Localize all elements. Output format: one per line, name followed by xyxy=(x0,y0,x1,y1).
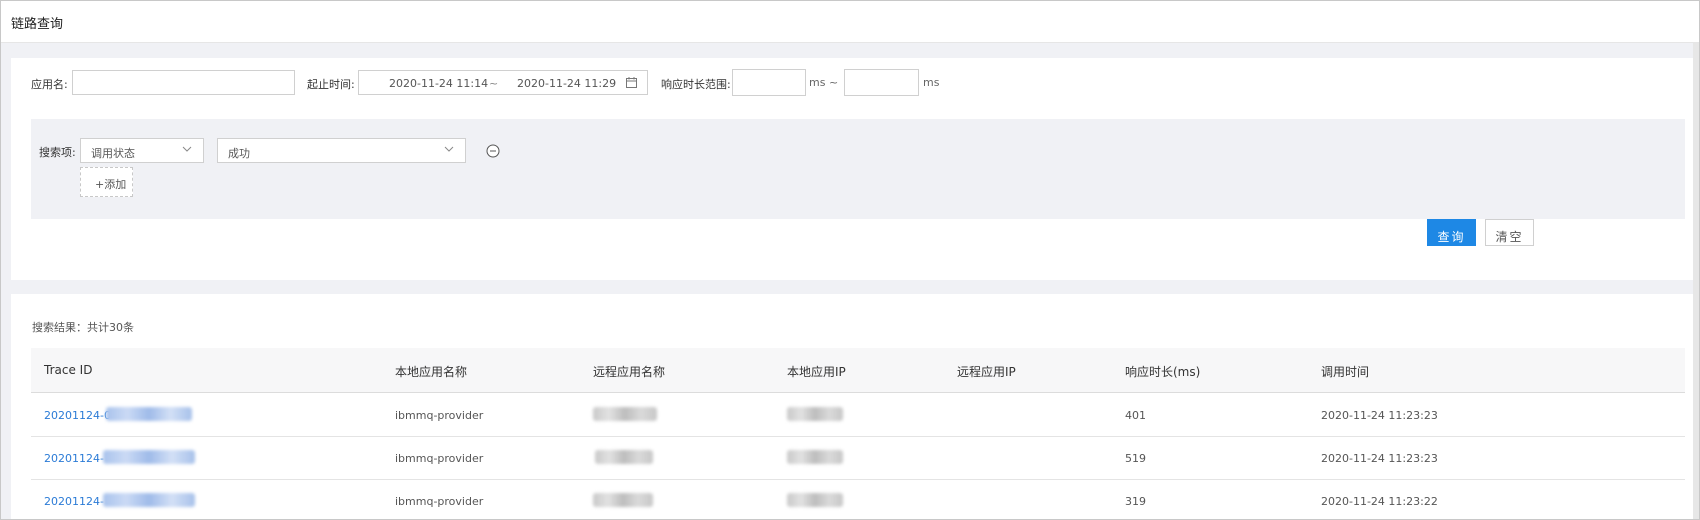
table-row[interactable]: 20201124- ibmmq-provider 519 2020-11-24 … xyxy=(31,437,1685,480)
filter-area: 搜索项: 调用状态 成功 +添加 xyxy=(31,119,1685,219)
column-header-call-time: 调用时间 xyxy=(1321,365,1370,379)
trace-id-link[interactable]: 20201124- xyxy=(44,495,104,508)
redacted-remote-app xyxy=(595,450,653,464)
table-row[interactable]: 20201124-0 ibmmq-provider 401 2020-11-24… xyxy=(31,394,1685,437)
add-filter-label: +添加 xyxy=(95,178,127,191)
call-time-cell: 2020-11-24 11:23:22 xyxy=(1321,495,1438,508)
calendar-icon[interactable] xyxy=(626,77,637,88)
clear-button[interactable]: 清空 xyxy=(1485,219,1534,246)
duration-cell: 519 xyxy=(1125,452,1146,465)
app-name-input[interactable] xyxy=(72,70,295,95)
redacted-trace-id xyxy=(103,450,195,464)
redacted-local-ip xyxy=(787,407,843,421)
local-app-cell: ibmmq-provider xyxy=(395,452,484,465)
clear-button-label: 清空 xyxy=(1495,230,1524,244)
column-header-local-app: 本地应用名称 xyxy=(395,365,468,379)
end-time-value: 2020-11-24 11:29 xyxy=(517,77,617,90)
filter-value-value: 成功 xyxy=(228,147,250,160)
local-app-cell: ibmmq-provider xyxy=(395,495,484,508)
page-frame: 链路查询 应用名: 起止时间: 2020-11-24 11:14 ~ 2020-… xyxy=(0,0,1700,520)
duration-unit-end: ms xyxy=(923,76,940,89)
column-header-local-ip: 本地应用IP xyxy=(787,365,846,379)
results-summary: 搜索结果：共计30条 xyxy=(32,321,134,334)
page-title: 链路查询 xyxy=(11,17,64,32)
duration-range-label: 响应时长范围: xyxy=(661,78,731,91)
start-time-value: 2020-11-24 11:14 xyxy=(389,77,489,90)
redacted-trace-id xyxy=(106,407,192,421)
time-range-label: 起止时间: xyxy=(307,78,355,91)
duration-min-input[interactable] xyxy=(732,69,806,96)
table-row[interactable]: 20201124- ibmmq-provider 319 2020-11-24 … xyxy=(31,480,1685,519)
search-panel: 应用名: 起止时间: 2020-11-24 11:14 ~ 2020-11-24… xyxy=(11,58,1695,280)
chevron-down-icon xyxy=(182,146,192,152)
app-name-label: 应用名: xyxy=(31,78,68,91)
add-filter-button[interactable]: +添加 xyxy=(80,167,133,197)
call-time-cell: 2020-11-24 11:23:23 xyxy=(1321,452,1438,465)
filter-value-select[interactable]: 成功 xyxy=(217,138,466,163)
duration-max-input[interactable] xyxy=(844,69,919,96)
redacted-remote-app xyxy=(593,407,657,421)
filter-field-value: 调用状态 xyxy=(91,147,135,160)
column-header-duration: 响应时长(ms) xyxy=(1125,365,1201,379)
call-time-cell: 2020-11-24 11:23:23 xyxy=(1321,409,1438,422)
query-button-label: 查询 xyxy=(1437,230,1466,244)
results-panel: 搜索结果：共计30条 Trace ID 本地应用名称 远程应用名称 本地应用IP… xyxy=(11,294,1695,519)
chevron-down-icon xyxy=(444,146,454,152)
redacted-trace-id xyxy=(103,493,195,507)
table-header: Trace ID 本地应用名称 远程应用名称 本地应用IP 远程应用IP 响应时… xyxy=(31,348,1685,393)
duration-unit-mid: ms ~ xyxy=(809,76,839,89)
redacted-local-ip xyxy=(787,493,843,507)
filter-field-select[interactable]: 调用状态 xyxy=(80,138,204,163)
column-header-remote-ip: 远程应用IP xyxy=(957,365,1016,379)
page-scrollbar[interactable] xyxy=(1693,43,1699,519)
local-app-cell: ibmmq-provider xyxy=(395,409,484,422)
minus-circle-icon[interactable] xyxy=(486,144,500,158)
trace-id-link[interactable]: 20201124- xyxy=(44,452,104,465)
time-separator: ~ xyxy=(489,77,499,90)
query-button[interactable]: 查询 xyxy=(1427,219,1476,246)
time-range-picker[interactable]: 2020-11-24 11:14 ~ 2020-11-24 11:29 xyxy=(358,70,648,95)
page-header: 链路查询 xyxy=(1,1,1699,43)
duration-cell: 319 xyxy=(1125,495,1146,508)
filters-label: 搜索项: xyxy=(39,146,76,159)
redacted-local-ip xyxy=(787,450,843,464)
column-header-remote-app: 远程应用名称 xyxy=(593,365,666,379)
redacted-remote-app xyxy=(593,493,653,507)
duration-cell: 401 xyxy=(1125,409,1146,422)
column-header-trace-id: Trace ID xyxy=(44,363,93,377)
trace-id-link[interactable]: 20201124-0 xyxy=(44,409,111,422)
